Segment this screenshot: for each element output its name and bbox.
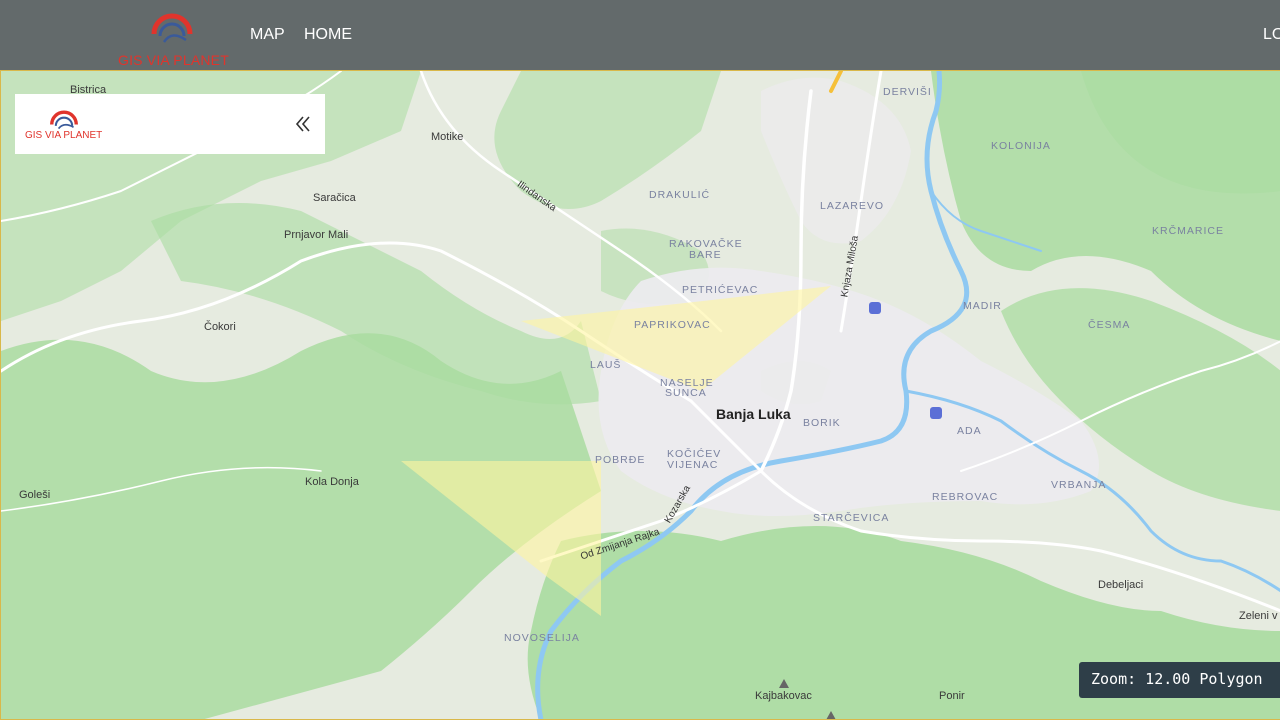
- brand-text: GIS VIA PLANET: [118, 52, 229, 68]
- city-label-banja-luka: Banja Luka: [716, 406, 791, 422]
- nav-map-link[interactable]: MAP: [250, 26, 285, 44]
- side-panel: GIS VIA PLANET: [15, 94, 325, 154]
- district-label-krcmarice: KRČMARICE: [1152, 225, 1225, 237]
- district-label-sunca: SUNCA: [665, 387, 707, 399]
- place-label-motike: Motike: [431, 131, 464, 143]
- place-label-zeleni-v: Zeleni v: [1239, 610, 1278, 622]
- place-label-kola-donja: Kola Donja: [305, 476, 359, 488]
- place-label-ponir: Ponir: [939, 690, 965, 702]
- district-label-borik: BORIK: [803, 417, 841, 429]
- district-label-novoselija: NOVOSELIJA: [504, 632, 580, 644]
- place-label-debeljaci: Debeljaci: [1098, 579, 1144, 591]
- district-label-ada: ADA: [957, 425, 982, 437]
- district-label-rebrovac: REBROVAC: [932, 491, 999, 503]
- panel-logo-text: GIS VIA PLANET: [25, 130, 103, 141]
- district-label-starcevica: STARČEVICA: [813, 512, 890, 524]
- top-navbar: GIS VIA PLANET MAP HOME LO: [0, 0, 1280, 71]
- map-base-layer: [1, 71, 1280, 719]
- globe-logo-icon: [50, 110, 78, 130]
- district-label-vrbanja: VRBANJA: [1051, 479, 1107, 491]
- district-label-vijenac: VIJENAC: [667, 459, 719, 471]
- district-label-petricevac: PETRIĆEVAC: [682, 284, 759, 296]
- district-label-laus: LAUŠ: [590, 359, 622, 371]
- brand-logo[interactable]: GIS VIA PLANET: [118, 2, 234, 68]
- nav-home-link[interactable]: HOME: [304, 26, 352, 44]
- zoom-status-box: Zoom: 12.00 Polygon: [1079, 662, 1280, 698]
- district-label-pobrde: POBRĐE: [595, 454, 646, 466]
- double-chevron-left-icon[interactable]: [293, 113, 313, 135]
- globe-logo-icon: [151, 13, 193, 43]
- place-label-golesi: Goleši: [19, 489, 51, 501]
- place-label-saracica: Saračica: [313, 192, 356, 204]
- place-label-cokori: Čokori: [204, 321, 236, 333]
- district-label-madir: MADIR: [963, 300, 1002, 312]
- district-label-cesma: ČESMA: [1088, 319, 1131, 331]
- map-canvas[interactable]: Bistrica Motike Saračica Prnjavor Mali Č…: [0, 71, 1280, 720]
- district-label-drakulic: DRAKULIĆ: [649, 189, 711, 201]
- district-label-dervisi: DERVIŠI: [883, 86, 932, 98]
- place-label-prnjavor-mali: Prnjavor Mali: [284, 229, 349, 241]
- panel-logo: GIS VIA PLANET: [25, 104, 125, 144]
- district-label-lazarevo: LAZAREVO: [820, 200, 885, 212]
- login-link[interactable]: LO: [1263, 26, 1280, 44]
- district-label-paprikovac: PAPRIKOVAC: [634, 319, 711, 331]
- district-label-bare: BARE: [689, 249, 722, 261]
- district-label-kolonija: KOLONIJA: [991, 140, 1051, 152]
- place-label-kajbakovac: Kajbakovac: [755, 690, 812, 702]
